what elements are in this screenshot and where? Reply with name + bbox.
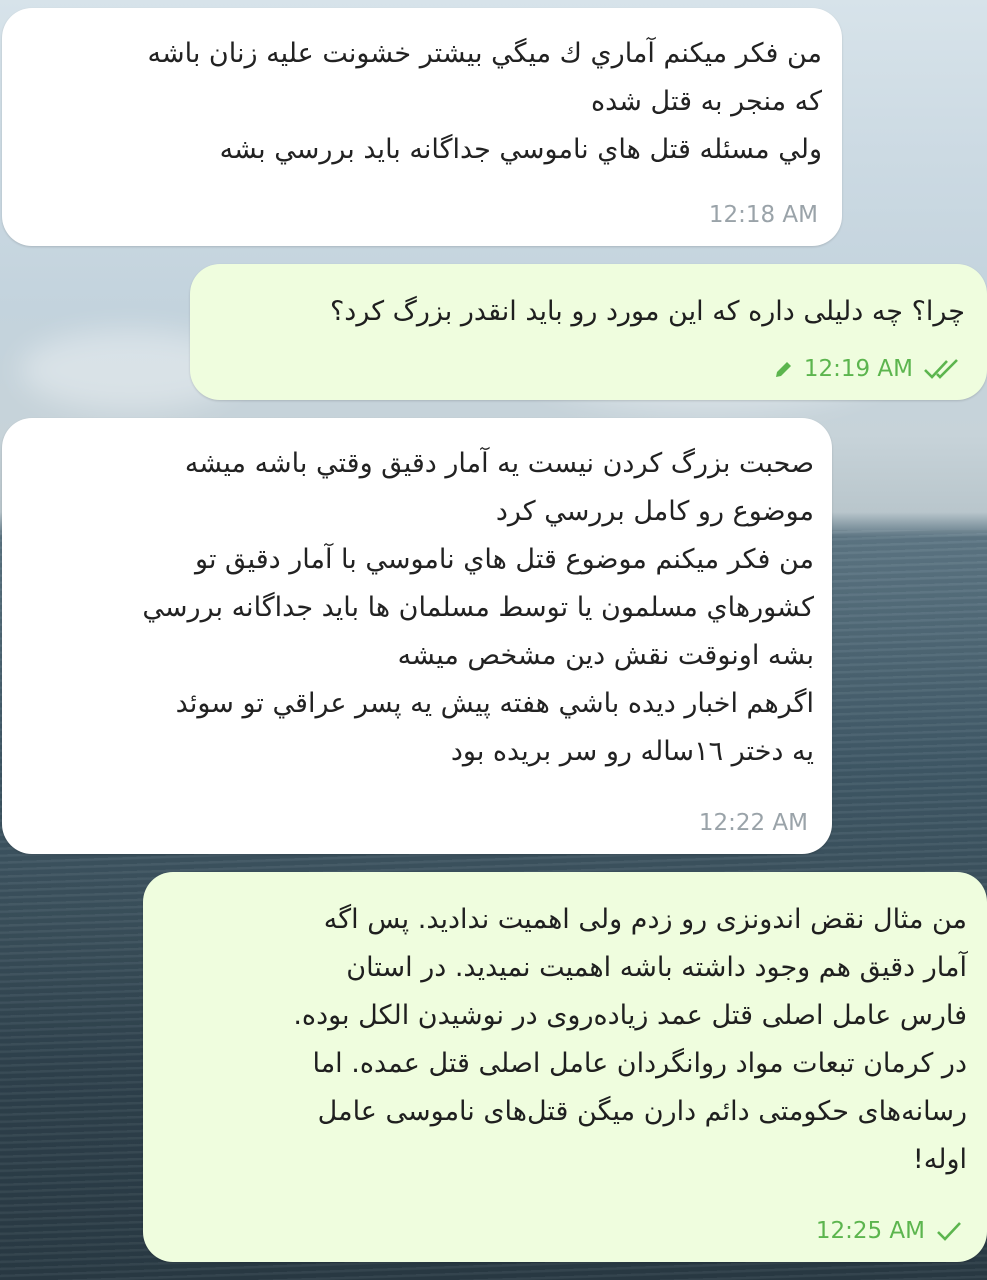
message-text-line: رسانه‌های حکومتی دائم دارن میگن قتل‌های … [317,1096,967,1127]
double-check-icon [923,357,963,381]
message-text-line: آمار دقیق هم وجود داشته باشه اهمیت نمیدی… [346,952,967,983]
message-text-line: يه دختر ١٦ساله رو سر بريده بود [450,736,814,767]
message-time: 12:22 AM [698,810,808,836]
message-time: 12:19 AM [803,356,913,382]
message-meta: 12:19 AM [774,356,963,382]
message-meta: 12:25 AM [816,1218,963,1244]
message-text-line: من فكر ميكنم موضوع قتل هاي ناموسي با آما… [195,544,814,575]
message-time: 12:18 AM [708,202,818,228]
single-check-icon [935,1219,963,1243]
message-text-line: من فكر ميكنم آماري ك ميگي بيشتر خشونت عل… [147,38,823,69]
pencil-icon [774,359,794,379]
message-text-line: من مثال نقض اندونزی رو زدم ولی اهمیت ندا… [323,904,967,935]
message-text-line: اوله! [912,1144,967,1175]
message-bubble-incoming[interactable]: من فكر ميكنم آماري ك ميگي بيشتر خشونت عل… [2,8,842,246]
message-bubble-outgoing[interactable]: من مثال نقض اندونزی رو زدم ولی اهمیت ندا… [143,872,987,1262]
message-text-line: كه منجر به قتل شده [590,86,822,117]
message-meta: 12:22 AM [699,810,808,836]
message-text-line: چرا؟ چه دلیلی داره که این مورد رو باید ا… [329,296,965,327]
message-meta: 12:18 AM [709,202,818,228]
message-text-line: كشورهاي مسلمون يا توسط مسلمان ها بايد جد… [142,592,814,623]
message-text-line: اگرهم اخبار ديده باشي هفته پيش يه پسر عر… [175,688,814,719]
message-bubble-outgoing[interactable]: چرا؟ چه دلیلی داره که این مورد رو باید ا… [190,264,987,400]
message-text-line: فارس عامل اصلی قتل عمد زیاده‌روی در نوشی… [293,1000,967,1031]
message-text-line: بشه اونوقت نقش دين مشخص ميشه [397,640,814,671]
message-text-line: موضوع رو كامل بررسي كرد [495,496,814,527]
message-text-line: ولي مسئله قتل هاي ناموسي جداگانه بايد بر… [219,134,822,165]
message-text-line: صحبت بزرگ كردن نيست يه آمار دقيق وقتي با… [184,448,814,479]
message-bubble-incoming[interactable]: صحبت بزرگ كردن نيست يه آمار دقيق وقتي با… [2,418,832,854]
message-text-line: در کرمان تبعات مواد روانگردان عامل اصلی … [312,1048,967,1079]
message-time: 12:25 AM [815,1218,925,1244]
